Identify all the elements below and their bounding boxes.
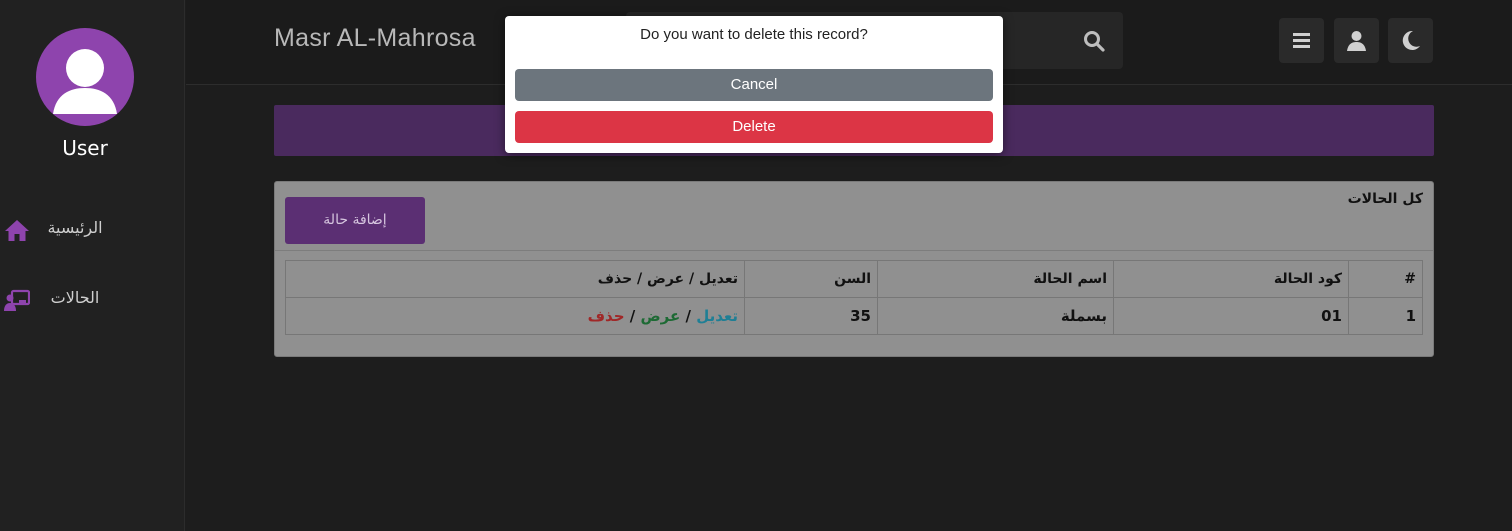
- separator: /: [629, 307, 636, 325]
- dialog-message: Do you want to delete this record?: [640, 26, 868, 43]
- table-row: 1 01 بسملة 35 تعديل / عرض / حذف: [285, 297, 1423, 335]
- user-button[interactable]: [1334, 18, 1379, 63]
- menu-button[interactable]: [1279, 18, 1324, 63]
- menu-icon: [1293, 33, 1310, 48]
- column-header-age: السن: [744, 260, 878, 298]
- cell-code: 01: [1113, 297, 1349, 335]
- column-header-index: #: [1348, 260, 1423, 298]
- brand-title: Masr AL-Mahrosa: [274, 24, 476, 52]
- sidebar: User الرئيسية الحالات: [0, 0, 185, 531]
- chalkboard-user-icon: [4, 288, 30, 312]
- sidebar-item-home[interactable]: الرئيسية: [0, 210, 185, 250]
- user-silhouette-icon: [53, 49, 117, 114]
- table-header-row: # كود الحالة اسم الحالة السن تعديل / عرض…: [285, 260, 1423, 298]
- cases-table: # كود الحالة اسم الحالة السن تعديل / عرض…: [285, 260, 1423, 335]
- cases-card: كل الحالات إضافة حالة # كود الحالة اسم ا…: [274, 181, 1434, 357]
- card-title: كل الحالات: [1347, 191, 1423, 207]
- delete-button[interactable]: Delete: [515, 111, 993, 143]
- confirm-delete-dialog: Do you want to delete this record? Cance…: [505, 16, 1003, 153]
- delete-link[interactable]: حذف: [588, 307, 625, 325]
- cell-name: بسملة: [877, 297, 1114, 335]
- sidebar-item-cases[interactable]: الحالات: [0, 280, 185, 320]
- home-icon: [4, 218, 30, 242]
- separator: /: [685, 307, 691, 325]
- view-link[interactable]: عرض: [640, 307, 680, 325]
- search-icon[interactable]: [1083, 30, 1105, 52]
- cell-age: 35: [744, 297, 878, 335]
- user-icon: [1347, 31, 1366, 51]
- avatar: [36, 28, 134, 126]
- moon-icon: [1402, 30, 1420, 50]
- column-header-name: اسم الحالة: [877, 260, 1114, 298]
- divider: [275, 250, 1433, 251]
- theme-toggle-button[interactable]: [1388, 18, 1433, 63]
- username: User: [62, 136, 108, 160]
- cancel-button[interactable]: Cancel: [515, 69, 993, 101]
- cell-index: 1: [1348, 297, 1423, 335]
- cell-actions: تعديل / عرض / حذف: [285, 297, 745, 335]
- column-header-code: كود الحالة: [1113, 260, 1349, 298]
- add-case-button[interactable]: إضافة حالة: [285, 197, 425, 244]
- column-header-actions: تعديل / عرض / حذف: [285, 260, 745, 298]
- sidebar-item-label: الحالات: [50, 288, 100, 307]
- sidebar-item-label: الرئيسية: [47, 218, 103, 237]
- edit-link[interactable]: تعديل: [696, 307, 738, 325]
